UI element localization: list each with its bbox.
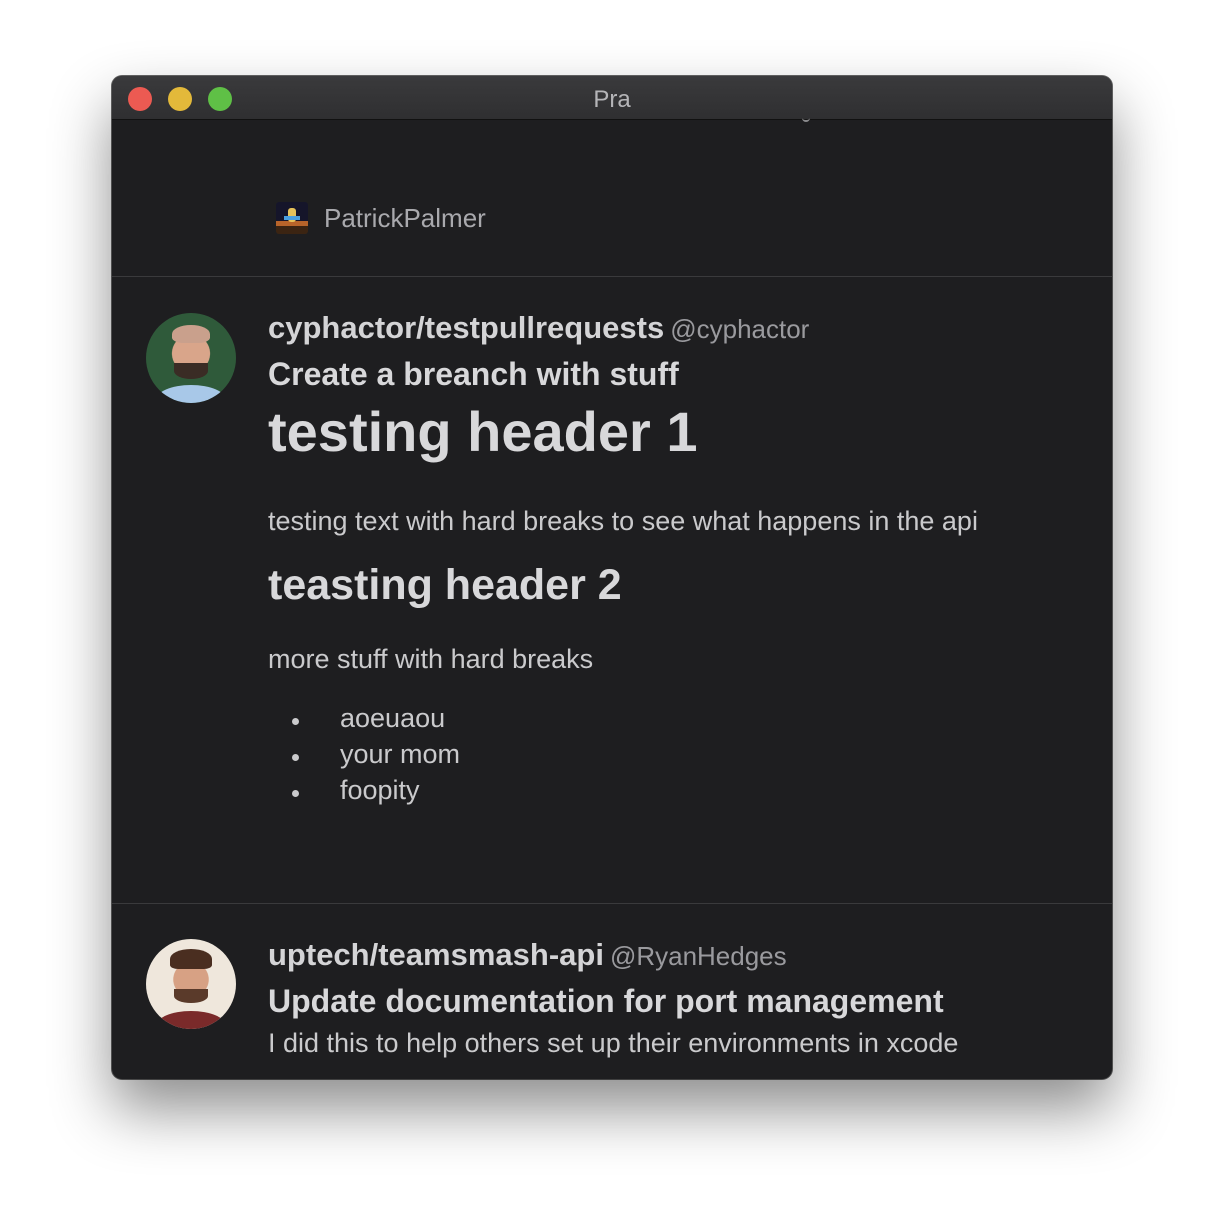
- current-user[interactable]: PatrickPalmer: [276, 202, 486, 234]
- description-heading-2: teasting header 2: [268, 561, 622, 609]
- clipped-glyph: [802, 116, 810, 122]
- pr-title[interactable]: Create a breanch with stuff: [268, 356, 978, 393]
- list-item: aoeuaou: [268, 703, 978, 739]
- author-handle[interactable]: @RyanHedges: [610, 941, 787, 971]
- author-avatar[interactable]: [146, 313, 236, 403]
- description-heading-1: testing header 1: [268, 400, 698, 463]
- author-avatar[interactable]: [146, 939, 236, 1029]
- pr-header: cyphactor/testpullrequests @cyphactor: [268, 310, 978, 352]
- pr-header: uptech/teamsmash-api @RyanHedges: [268, 937, 958, 979]
- pull-request-item[interactable]: cyphactor/testpullrequests @cyphactor Cre…: [268, 310, 978, 811]
- repo-name[interactable]: cyphactor/testpullrequests: [268, 310, 664, 345]
- list-item: foopity: [268, 775, 978, 811]
- repo-name[interactable]: uptech/teamsmash-api: [268, 937, 604, 972]
- window-title: Pra: [593, 86, 631, 113]
- user-name: PatrickPalmer: [324, 202, 486, 233]
- pull-request-item[interactable]: uptech/teamsmash-api @RyanHedges Update d…: [268, 937, 958, 1059]
- description-paragraph: testing text with hard breaks to see wha…: [268, 506, 978, 536]
- divider: [112, 276, 1112, 277]
- divider: [112, 903, 1112, 904]
- pr-description: I did this to help others set up their e…: [268, 1028, 959, 1058]
- description-list: aoeuaou your mom foopity: [268, 703, 978, 811]
- author-handle[interactable]: @cyphactor: [670, 314, 809, 344]
- user-avatar: [276, 202, 308, 234]
- app-window: Pra PatrickPalmer cyphactor/testpullrequ…: [112, 76, 1112, 1079]
- title-bar[interactable]: Pra: [112, 76, 1112, 120]
- list-item: your mom: [268, 739, 978, 775]
- description-paragraph: more stuff with hard breaks: [268, 644, 594, 674]
- pr-title[interactable]: Update documentation for port management: [268, 983, 958, 1020]
